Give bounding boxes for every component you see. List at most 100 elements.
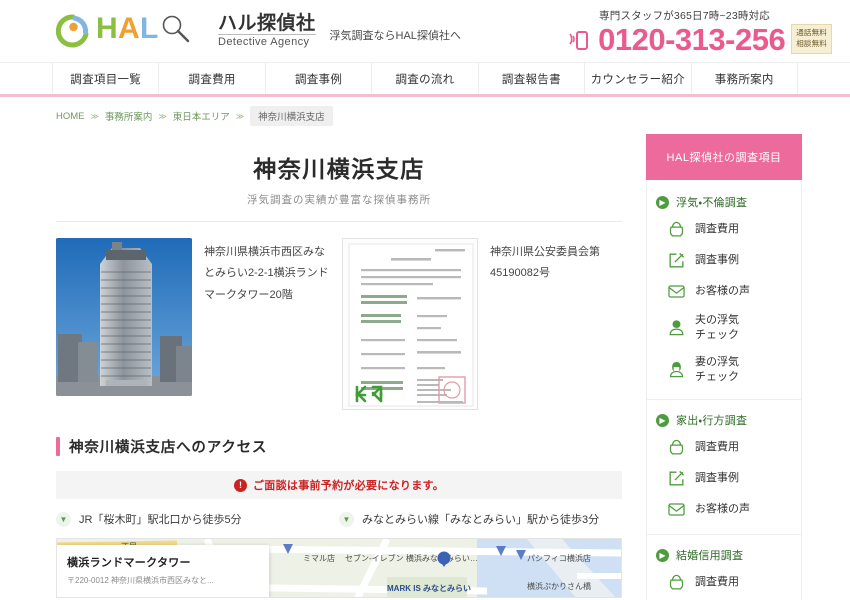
svg-text:H: H <box>96 12 118 45</box>
badge-line-1: 通話無料 <box>796 28 827 38</box>
access-heading: 神奈川横浜支店へのアクセス <box>69 440 268 456</box>
sidebar-item-label: 調査費用 <box>695 576 739 589</box>
sidebar-item-voice[interactable]: お客様の声 <box>647 494 801 525</box>
content-columns: 神奈川横浜支店 浮気調査の実績が豊富な探偵事務所 神奈川県横浜市西区みなとみらい… <box>0 134 850 600</box>
hal-circle-logo-icon <box>55 14 90 48</box>
nav-item-survey-flow[interactable]: 調査の流れ <box>371 63 477 94</box>
support-hours: 専門スタッフが365日7時~23時対応 <box>599 9 770 22</box>
phone-icon <box>568 27 592 51</box>
breadcrumb-home[interactable]: HOME <box>56 111 85 122</box>
hal-wordmark-icon: H A L <box>96 11 208 52</box>
license-certificate-image[interactable] <box>342 238 478 410</box>
sidebar-item-cost[interactable]: 調査費用 <box>647 214 801 245</box>
header-tagline: 浮気調査ならHAL探偵社へ <box>329 30 461 42</box>
access-routes: ▼ JR「桜木町」駅北口から徒歩5分 ▼ みなとみらい線「みなとみらい」駅から徒… <box>56 511 622 527</box>
map-pin-icon <box>437 551 451 567</box>
office-photo-cell <box>56 238 192 410</box>
sidebar-item-missing[interactable]: ▶ 家出・行方調査 <box>647 410 801 432</box>
purse-icon <box>667 438 686 457</box>
sidebar-item-label: 調査事例 <box>695 472 739 485</box>
nav-item-counselor[interactable]: カウンセラー紹介 <box>584 63 690 94</box>
pencil-note-icon <box>667 251 686 270</box>
sidebar-section-label: 浮気・不倫調査 <box>676 197 748 209</box>
svg-text:A: A <box>118 12 140 45</box>
chevron-down-icon: ▼ <box>56 511 71 527</box>
sidebar-item-affair[interactable]: ▶ 浮気・不倫調査 <box>647 192 801 214</box>
sidebar-item-cases[interactable]: 調査事例 <box>647 245 801 276</box>
main-navigation: 調査項目一覧 調査費用 調査事例 調査の流れ 調査報告書 カウンセラー紹介 事務… <box>0 62 850 94</box>
sidebar-item-cost[interactable]: 調査費用 <box>647 432 801 463</box>
sidebar-section-missing: ▶ 家出・行方調査 調査費用 調査事例 お客様の声 <box>647 399 801 534</box>
reservation-notice-text: ご面談は事前予約が必要になります。 <box>253 480 444 492</box>
map-pin-icon <box>516 550 526 560</box>
sidebar-item-marriage[interactable]: ▶ 結婚信用調査 <box>647 545 801 567</box>
office-info-row: 神奈川県横浜市西区みなとみらい2-2-1横浜ランドマークタワー20階 神奈川県公… <box>56 222 622 422</box>
map-label: MARK IS みなとみらい <box>387 584 471 593</box>
purse-icon <box>667 573 686 592</box>
map-card-title: 横浜ランドマークタワー <box>67 557 191 569</box>
sidebar-section-marriage: ▶ 結婚信用調査 調査費用 <box>647 534 801 600</box>
sidebar-item-wife-check[interactable]: 妻の浮気 チェック <box>647 349 801 391</box>
location-map[interactable]: 丁目 ミマル店 セブン-イレブン 横浜みなとみらい… パシフィコ横浜店 MARK… <box>56 538 622 598</box>
sidebar-section-label: 結婚信用調査 <box>676 550 744 563</box>
nav-item-survey-list[interactable]: 調査項目一覧 <box>52 63 158 94</box>
sidebar-item-label: 妻の浮気 チェック <box>695 355 739 383</box>
free-call-badge: 通話無料 相談無料 <box>791 24 832 54</box>
brand-name-jp: ハル探偵社 <box>218 12 316 34</box>
sidebar-item-husband-check[interactable]: 夫の浮気 チェック <box>647 307 801 349</box>
heading-accent-bar <box>56 437 60 456</box>
sidebar-item-label: お客様の声 <box>695 503 750 516</box>
chevron-right-icon: ▶ <box>656 195 669 209</box>
breadcrumb-current: 神奈川横浜支店 <box>250 106 333 126</box>
reservation-notice: ! ご面談は事前予約が必要になります。 <box>56 471 622 499</box>
access-heading-row: 神奈川横浜支店へのアクセス <box>56 436 622 457</box>
office-address: 神奈川県横浜市西区みなとみらい2-2-1横浜ランドマークタワー20階 <box>204 246 329 301</box>
site-header: H A L ハル探偵社 Detective Agency 浮気調査ならHAL探偵… <box>0 0 850 62</box>
chevron-right-icon: ▶ <box>656 548 669 562</box>
nav-item-survey-report[interactable]: 調査報告書 <box>477 63 584 94</box>
site-logo[interactable]: H A L ハル探偵社 Detective Agency <box>55 11 316 52</box>
brand-name-en: Detective Agency <box>218 34 316 48</box>
map-pin-icon <box>496 546 506 556</box>
header-contact: 専門スタッフが365日7時~23時対応 0120-313-256 通話無料 相談… <box>568 8 832 55</box>
sidebar-heading: HAL探偵社の調査項目 <box>646 134 802 180</box>
breadcrumb-separator-icon: ≫ <box>90 111 99 121</box>
sidebar-sections: ▶ 浮気・不倫調査 調査費用 調査事例 お客様の声 夫の浮気 チェック 妻の浮気… <box>646 180 802 600</box>
chevron-right-icon: ▶ <box>656 413 669 427</box>
sidebar-item-cases[interactable]: 調査事例 <box>647 463 801 494</box>
map-info-card[interactable]: 横浜ランドマークタワー 〒220-0012 神奈川県横浜市西区みなと... <box>57 545 269 597</box>
page-title-block: 神奈川横浜支店 浮気調査の実績が豊富な探偵事務所 <box>56 134 622 222</box>
nav-item-survey-cases[interactable]: 調査事例 <box>264 63 371 94</box>
phone-number[interactable]: 0120-313-256 <box>598 24 786 55</box>
access-route-item[interactable]: ▼ JR「桜木町」駅北口から徒歩5分 <box>56 511 339 527</box>
nav-item-survey-cost[interactable]: 調査費用 <box>158 63 264 94</box>
page-root: H A L ハル探偵社 Detective Agency 浮気調査ならHAL探偵… <box>0 0 850 600</box>
sidebar-item-voice[interactable]: お客様の声 <box>647 276 801 307</box>
main-content: 神奈川横浜支店 浮気調査の実績が豊富な探偵事務所 神奈川県横浜市西区みなとみらい… <box>56 134 622 600</box>
map-pin-icon <box>283 544 293 554</box>
breadcrumb-east-japan[interactable]: 東日本エリア <box>173 109 230 123</box>
sidebar-section-label: 家出・行方調査 <box>676 415 748 428</box>
envelope-icon <box>667 282 686 301</box>
alert-icon: ! <box>234 478 247 492</box>
sidebar-item-cost[interactable]: 調査費用 <box>647 567 801 598</box>
license-number: 神奈川県公安委員会第45190082号 <box>490 246 600 280</box>
map-label: 横浜ぷかりさん橋 <box>527 582 591 591</box>
breadcrumb: HOME ≫ 事務所案内 ≫ 東日本エリア ≫ 神奈川横浜支店 <box>0 97 850 134</box>
page-title: 神奈川横浜支店 <box>253 156 425 182</box>
nav-item-office-info[interactable]: 事務所案内 <box>690 63 798 94</box>
access-route-label: みなとみらい線「みなとみらい」駅から徒歩3分 <box>362 514 600 526</box>
breadcrumb-office-info[interactable]: 事務所案内 <box>105 109 153 123</box>
office-building-photo <box>56 238 192 396</box>
certificate-cell <box>342 238 478 410</box>
access-route-item[interactable]: ▼ みなとみらい線「みなとみらい」駅から徒歩3分 <box>339 511 622 527</box>
man-icon <box>667 318 686 337</box>
access-route-label: JR「桜木町」駅北口から徒歩5分 <box>79 514 242 526</box>
pencil-note-icon <box>667 469 686 488</box>
chevron-down-icon: ▼ <box>339 511 354 527</box>
woman-icon <box>667 360 686 379</box>
map-label: パシフィコ横浜店 <box>527 554 591 563</box>
map-card-subtitle: 〒220-0012 神奈川県横浜市西区みなと... <box>67 576 214 585</box>
svg-text:L: L <box>140 12 158 45</box>
sidebar-item-label: 調査費用 <box>695 223 739 236</box>
